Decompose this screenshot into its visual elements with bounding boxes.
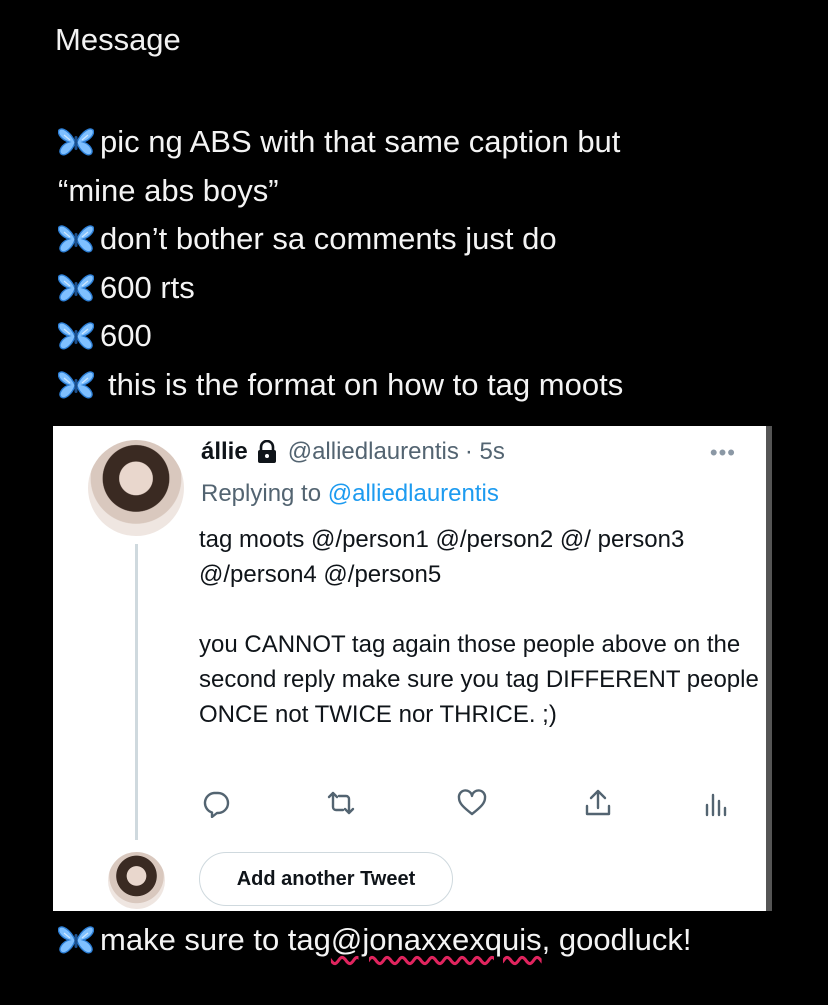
message-line: “mine abs boys” xyxy=(58,167,623,216)
analytics-icon[interactable] xyxy=(701,788,731,818)
reply-icon[interactable] xyxy=(201,788,231,818)
thread-line xyxy=(135,544,138,840)
tweet-text: you CANNOT tag again those people above … xyxy=(199,631,759,728)
butterfly-icon xyxy=(58,273,94,303)
message-lines: pic ng ABS with that same caption but “m… xyxy=(58,118,623,409)
butterfly-icon xyxy=(58,224,94,254)
handle[interactable]: @alliedlaurentis xyxy=(288,438,459,466)
footer-prefix: make sure to tag xyxy=(100,922,331,957)
tweet-body: tag moots @/person1 @/person2 @/ person3… xyxy=(199,522,759,732)
avatar[interactable] xyxy=(88,440,184,536)
replying-handle-link[interactable]: @alliedlaurentis xyxy=(328,480,499,507)
butterfly-icon xyxy=(58,321,94,351)
more-options-button[interactable]: ••• xyxy=(710,440,736,466)
share-icon[interactable] xyxy=(583,788,613,818)
line-text: 600 xyxy=(100,318,152,353)
replying-to: Replying to @alliedlaurentis xyxy=(201,480,499,508)
tweet-screenshot: állie @alliedlaurentis · 5s ••• Replyin… xyxy=(53,426,772,911)
avatar[interactable] xyxy=(108,852,165,909)
message-title: Message xyxy=(55,22,181,57)
message-line: this is the format on how to tag moots xyxy=(58,361,623,410)
message-line: 600 xyxy=(58,312,623,361)
add-another-tweet-button[interactable]: Add another Tweet xyxy=(199,852,453,906)
tweet-header: állie @alliedlaurentis · 5s xyxy=(201,438,505,466)
message-footer: make sure to tag @jonaxxexquis, goodluck… xyxy=(58,922,692,958)
lock-icon xyxy=(256,439,278,464)
line-text: “mine abs boys” xyxy=(58,172,279,208)
timestamp[interactable]: · 5s xyxy=(465,438,505,466)
scrollbar-edge xyxy=(766,426,772,911)
display-name[interactable]: állie xyxy=(201,438,248,466)
retweet-icon[interactable] xyxy=(326,788,356,818)
message-line: pic ng ABS with that same caption but xyxy=(58,118,623,167)
tweet-text: tag moots @/person1 @/person2 @/ person3… xyxy=(199,526,685,588)
message-line: don’t bother sa comments just do xyxy=(58,215,623,264)
tweet-actions xyxy=(201,788,741,818)
replying-prefix: Replying to xyxy=(201,480,328,507)
butterfly-icon xyxy=(58,925,94,955)
footer-suffix: , goodluck! xyxy=(541,922,692,957)
message-line: 600 rts xyxy=(58,264,623,313)
line-text: pic ng ABS with that same caption but xyxy=(100,124,621,159)
footer-mention[interactable]: @jonaxxexquis xyxy=(331,922,542,958)
line-text: don’t bother sa comments just do xyxy=(100,221,557,256)
butterfly-icon xyxy=(58,127,94,157)
line-text: 600 rts xyxy=(100,269,195,305)
butterfly-icon xyxy=(58,370,94,400)
like-icon[interactable] xyxy=(457,788,487,818)
line-text: this is the format on how to tag moots xyxy=(108,366,624,402)
